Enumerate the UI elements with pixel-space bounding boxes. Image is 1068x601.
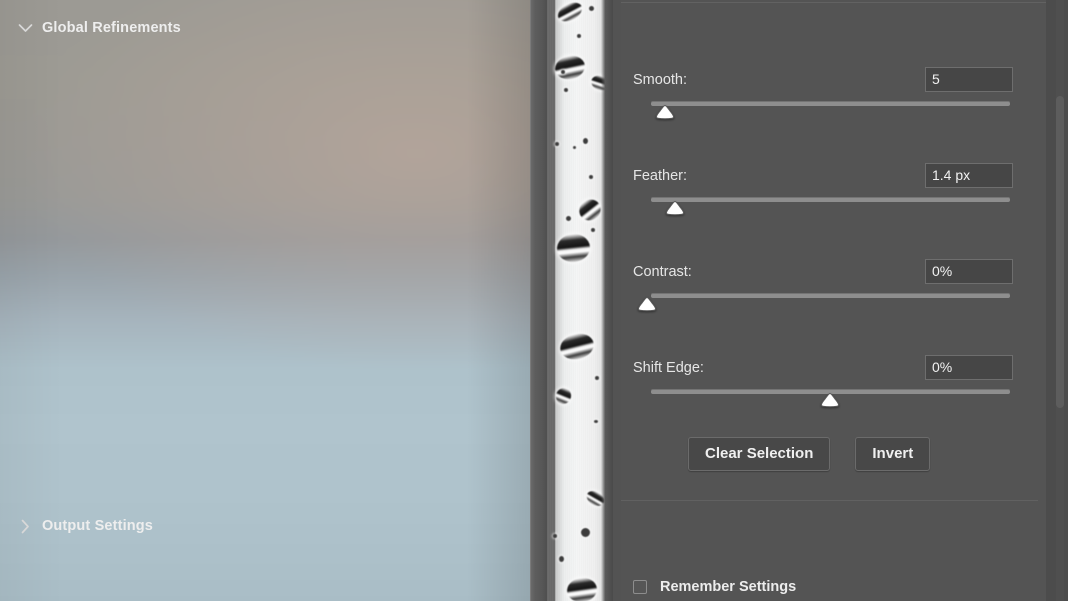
panel-top-divider bbox=[621, 2, 1046, 3]
section-title-output-settings: Output Settings bbox=[42, 518, 153, 534]
water-droplet bbox=[581, 528, 590, 537]
water-droplet bbox=[561, 70, 565, 74]
water-droplet bbox=[573, 146, 576, 149]
water-droplet bbox=[566, 216, 571, 221]
slider-contrast-track[interactable] bbox=[651, 293, 1010, 298]
clear-selection-button[interactable]: Clear Selection bbox=[688, 437, 831, 471]
slider-shift-edge-value[interactable]: 0% bbox=[925, 355, 1013, 380]
slider-contrast-thumb[interactable] bbox=[636, 296, 658, 312]
slider-contrast: Contrast: 0% bbox=[633, 259, 1013, 315]
slider-feather-row: Feather: 1.4 px bbox=[633, 163, 1013, 189]
slider-shift-edge-track-wrap[interactable] bbox=[633, 385, 1013, 411]
strip-edge-shadow bbox=[601, 0, 613, 601]
water-droplet bbox=[577, 34, 581, 38]
chevron-right-icon[interactable] bbox=[8, 519, 42, 534]
remember-settings-label: Remember Settings bbox=[660, 579, 797, 595]
water-droplet bbox=[555, 142, 559, 146]
water-droplet bbox=[594, 420, 598, 423]
slider-smooth-track[interactable] bbox=[651, 101, 1010, 106]
slider-feather-track[interactable] bbox=[651, 197, 1010, 202]
slider-shift-edge-row: Shift Edge: 0% bbox=[633, 355, 1013, 381]
water-droplet bbox=[583, 138, 588, 144]
section-divider bbox=[621, 500, 1038, 501]
slider-contrast-label: Contrast: bbox=[633, 264, 692, 280]
panel-scrollbar-thumb[interactable] bbox=[1056, 96, 1064, 408]
slider-feather-value[interactable]: 1.4 px bbox=[925, 163, 1013, 188]
slider-contrast-row: Contrast: 0% bbox=[633, 259, 1013, 285]
slider-shift-edge-label: Shift Edge: bbox=[633, 360, 704, 376]
water-droplet bbox=[595, 376, 599, 380]
slider-feather-label: Feather: bbox=[633, 168, 687, 184]
water-droplet bbox=[589, 175, 593, 179]
canvas-edge-chrome bbox=[530, 0, 547, 601]
selection-actions: Clear Selection Invert bbox=[688, 437, 931, 471]
water-droplet bbox=[559, 556, 564, 562]
section-header-output-settings[interactable]: Output Settings bbox=[8, 512, 433, 540]
photoshop-select-and-mask-screen: Global Refinements Smooth: 5 Feather: 1.… bbox=[0, 0, 1068, 601]
slider-smooth: Smooth: 5 bbox=[633, 67, 1013, 123]
water-droplet bbox=[564, 88, 568, 92]
slider-smooth-label: Smooth: bbox=[633, 72, 687, 88]
water-droplet bbox=[589, 6, 594, 11]
invert-button[interactable]: Invert bbox=[855, 437, 931, 471]
canvas-vignette bbox=[0, 0, 530, 601]
remember-settings-checkbox[interactable] bbox=[633, 580, 647, 594]
section-header-global-refinements[interactable]: Global Refinements bbox=[8, 14, 433, 42]
slider-smooth-track-wrap[interactable] bbox=[633, 97, 1013, 123]
slider-shift-edge: Shift Edge: 0% bbox=[633, 355, 1013, 411]
slider-contrast-track-wrap[interactable] bbox=[633, 289, 1013, 315]
section-title-global-refinements: Global Refinements bbox=[42, 20, 181, 36]
slider-smooth-value[interactable]: 5 bbox=[925, 67, 1013, 92]
slider-feather-thumb[interactable] bbox=[664, 200, 686, 216]
chevron-down-icon[interactable] bbox=[8, 23, 42, 33]
remember-settings-row[interactable]: Remember Settings bbox=[633, 579, 796, 595]
slider-smooth-thumb[interactable] bbox=[654, 104, 676, 120]
slider-feather: Feather: 1.4 px bbox=[633, 163, 1013, 219]
document-canvas[interactable] bbox=[0, 0, 530, 601]
water-droplet bbox=[553, 534, 557, 538]
slider-shift-edge-thumb[interactable] bbox=[819, 392, 841, 408]
slider-contrast-value[interactable]: 0% bbox=[925, 259, 1013, 284]
slider-feather-track-wrap[interactable] bbox=[633, 193, 1013, 219]
slider-smooth-row: Smooth: 5 bbox=[633, 67, 1013, 93]
water-droplet bbox=[591, 228, 595, 232]
